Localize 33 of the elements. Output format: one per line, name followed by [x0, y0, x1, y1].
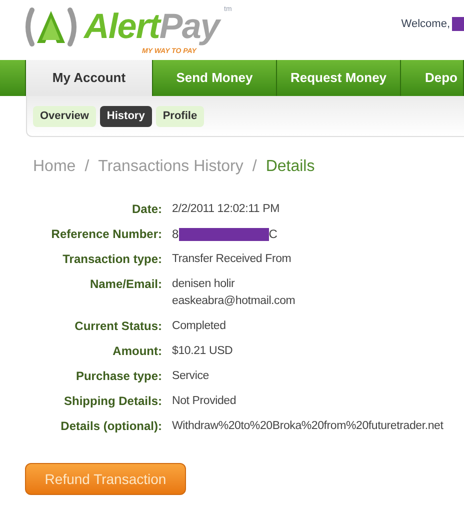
- detail-value: easkeabra@hotmail.com: [172, 294, 296, 309]
- detail-value: denisen holir: [172, 277, 236, 292]
- detail-value: Not Provided: [172, 394, 236, 409]
- detail-value: Completed: [172, 319, 226, 334]
- detail-value: Service: [172, 369, 209, 384]
- sub-tab[interactable]: Overview: [33, 106, 96, 126]
- detail-value: 8: [172, 226, 179, 242]
- detail-value: Withdraw%20to%20Broka%20from%20futuretrader.net: [172, 419, 444, 434]
- breadcrumb-separator: /: [84, 157, 90, 177]
- detail-label: Details (optional):: [60, 418, 162, 434]
- detail-value: Transfer Received From: [172, 252, 292, 267]
- nav-tab[interactable]: My Account: [26, 60, 153, 96]
- redaction-bar: [452, 17, 464, 32]
- detail-label: Shipping Details:: [62, 393, 162, 409]
- detail-label: Amount:: [112, 343, 162, 359]
- detail-label: Purchase type:: [74, 368, 162, 384]
- breadcrumb-separator: /: [252, 157, 257, 177]
- detail-value: 2/2/2011 12:02:11 PM: [172, 202, 280, 217]
- detail-value: C: [268, 226, 278, 242]
- detail-value: $10.21 USD: [172, 344, 233, 359]
- logo-wordmark: AlertPay: [84, 6, 222, 48]
- refund-button[interactable]: Refund Transaction: [25, 463, 186, 495]
- detail-label: Current Status:: [74, 318, 162, 334]
- detail-label: Date:: [130, 201, 162, 217]
- breadcrumb-current: Details: [266, 157, 315, 177]
- breadcrumb-link[interactable]: Home: [33, 155, 76, 179]
- detail-label: Transaction type:: [62, 251, 162, 267]
- welcome-text: Welcome,: [401, 17, 450, 32]
- detail-label: Reference Number:: [50, 226, 162, 242]
- detail-label: Name/Email:: [88, 276, 162, 292]
- sub-tab[interactable]: Profile: [156, 106, 204, 126]
- sub-tab[interactable]: History: [100, 106, 152, 126]
- breadcrumb-link[interactable]: Transactions History: [98, 155, 244, 179]
